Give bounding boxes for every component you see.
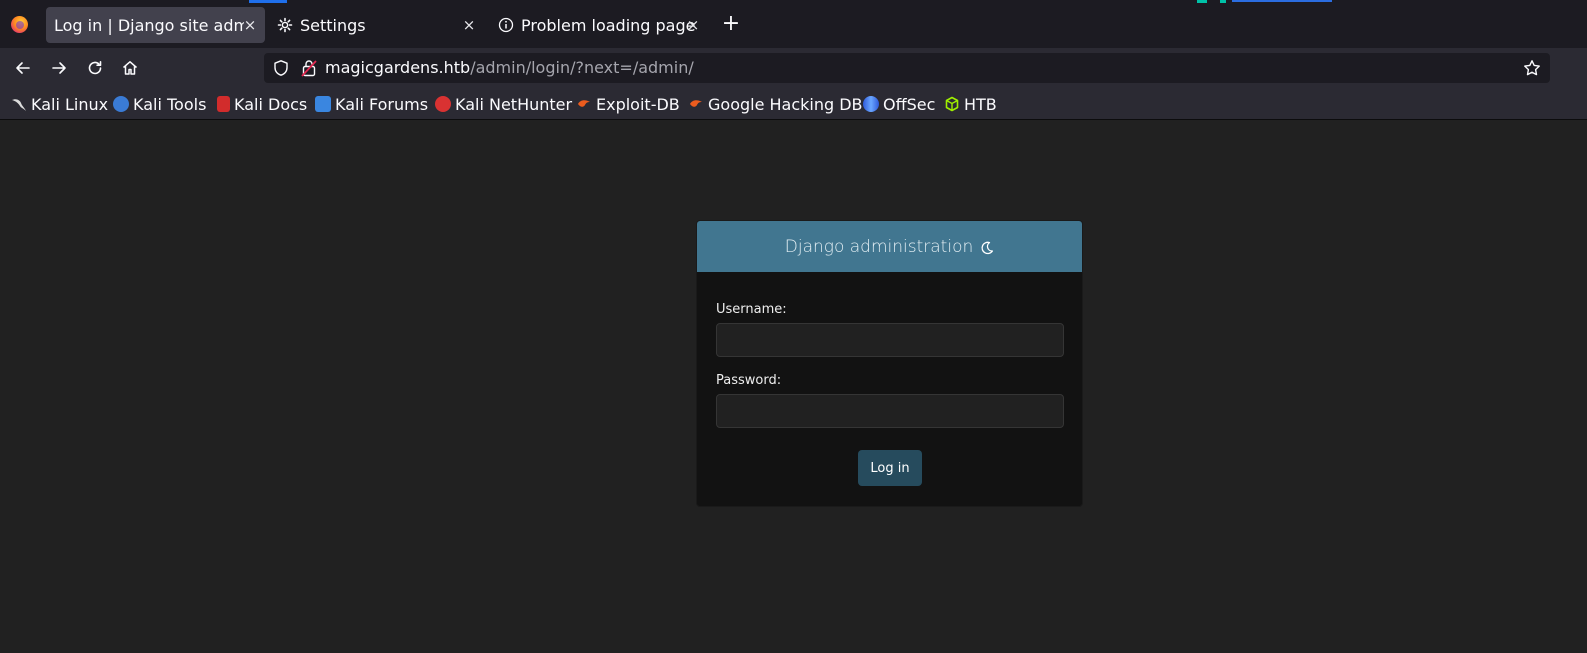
bookmark-kali-forums[interactable]: Kali Forums bbox=[315, 94, 428, 114]
kali-nethunter-icon bbox=[435, 96, 451, 112]
tab-title: Log in | Django site admin bbox=[54, 15, 244, 35]
tab-strip: Log in | Django site admin × Settings × … bbox=[0, 0, 1587, 48]
tab-strip-accent bbox=[1232, 0, 1332, 2]
site-header: Django administration bbox=[697, 221, 1082, 272]
kali-docs-icon bbox=[217, 96, 230, 112]
tab-problem-loading[interactable]: Problem loading page × bbox=[491, 7, 710, 43]
insecure-lock-icon[interactable] bbox=[300, 58, 318, 78]
tab-title: Problem loading page bbox=[521, 15, 696, 35]
tab-settings[interactable]: Settings × bbox=[270, 7, 486, 43]
url-bar[interactable]: magicgardens.htb/admin/login/?next=/admi… bbox=[264, 53, 1550, 83]
bookmark-exploit-db[interactable]: Exploit-DB bbox=[576, 94, 680, 114]
password-input[interactable] bbox=[716, 394, 1064, 428]
bookmark-label: Kali Docs bbox=[234, 94, 308, 114]
bookmark-offsec[interactable]: OffSec bbox=[863, 94, 935, 114]
url-text[interactable]: magicgardens.htb/admin/login/?next=/admi… bbox=[325, 58, 694, 77]
url-host: magicgardens.htb bbox=[325, 58, 471, 77]
bookmark-google-hacking-db[interactable]: Google Hacking DB bbox=[688, 94, 863, 114]
tab-django-login[interactable]: Log in | Django site admin × bbox=[46, 7, 265, 43]
login-form-card: Django administration Username: Password… bbox=[696, 220, 1083, 507]
username-input[interactable] bbox=[716, 323, 1064, 357]
bookmark-kali-tools[interactable]: Kali Tools bbox=[113, 94, 206, 114]
bookmark-label: OffSec bbox=[883, 94, 936, 114]
tab-title: Settings bbox=[300, 15, 366, 35]
info-icon bbox=[498, 17, 514, 33]
home-icon[interactable] bbox=[119, 57, 141, 79]
firefox-logo-icon[interactable] bbox=[11, 16, 28, 33]
tab-strip-accent bbox=[1220, 0, 1226, 3]
ghdb-icon bbox=[688, 96, 704, 112]
bookmark-label: Exploit-DB bbox=[596, 94, 680, 114]
gear-icon bbox=[277, 17, 293, 33]
tab-close-icon[interactable]: × bbox=[684, 16, 702, 34]
bookmark-label: Kali Forums bbox=[335, 94, 429, 114]
bookmark-kali-linux[interactable]: Kali Linux bbox=[11, 94, 108, 114]
kali-forums-icon bbox=[315, 96, 331, 112]
kali-dragon-icon bbox=[11, 96, 27, 112]
password-label: Password: bbox=[716, 373, 782, 388]
bookmark-label: Kali NetHunter bbox=[455, 94, 573, 114]
tab-close-icon[interactable]: × bbox=[241, 16, 259, 34]
site-name[interactable]: Django administration bbox=[785, 237, 974, 257]
bookmark-kali-docs[interactable]: Kali Docs bbox=[217, 94, 307, 114]
exploit-db-icon bbox=[576, 96, 592, 112]
bookmark-label: HTB bbox=[964, 94, 997, 114]
login-button[interactable]: Log in bbox=[858, 450, 922, 486]
bookmark-label: Kali Linux bbox=[31, 94, 109, 114]
bookmark-star-icon[interactable] bbox=[1523, 59, 1541, 77]
tab-close-icon[interactable]: × bbox=[460, 16, 478, 34]
bookmarks-toolbar: Kali Linux Kali Tools Kali Docs Kali For… bbox=[0, 88, 1587, 120]
url-path: /admin/login/?next=/admin/ bbox=[470, 58, 694, 77]
back-arrow-icon[interactable] bbox=[12, 57, 34, 79]
navigation-toolbar: magicgardens.htb/admin/login/?next=/admi… bbox=[0, 48, 1587, 88]
new-tab-button[interactable]: + bbox=[720, 13, 742, 35]
offsec-icon bbox=[863, 96, 879, 112]
kali-tools-icon bbox=[113, 96, 129, 112]
bookmark-htb[interactable]: HTB bbox=[944, 94, 997, 114]
username-label: Username: bbox=[716, 302, 787, 317]
htb-cube-icon bbox=[944, 96, 960, 112]
tracking-shield-icon[interactable] bbox=[272, 59, 290, 77]
bookmark-label: Kali Tools bbox=[133, 94, 207, 114]
tab-strip-accent bbox=[1197, 0, 1207, 3]
forward-arrow-icon[interactable] bbox=[48, 57, 70, 79]
theme-toggle-moon-icon[interactable] bbox=[980, 240, 994, 254]
tab-strip-accent bbox=[249, 0, 287, 3]
bookmark-kali-nethunter[interactable]: Kali NetHunter bbox=[435, 94, 572, 114]
bookmark-label: Google Hacking DB bbox=[708, 94, 863, 114]
reload-icon[interactable] bbox=[84, 57, 106, 79]
